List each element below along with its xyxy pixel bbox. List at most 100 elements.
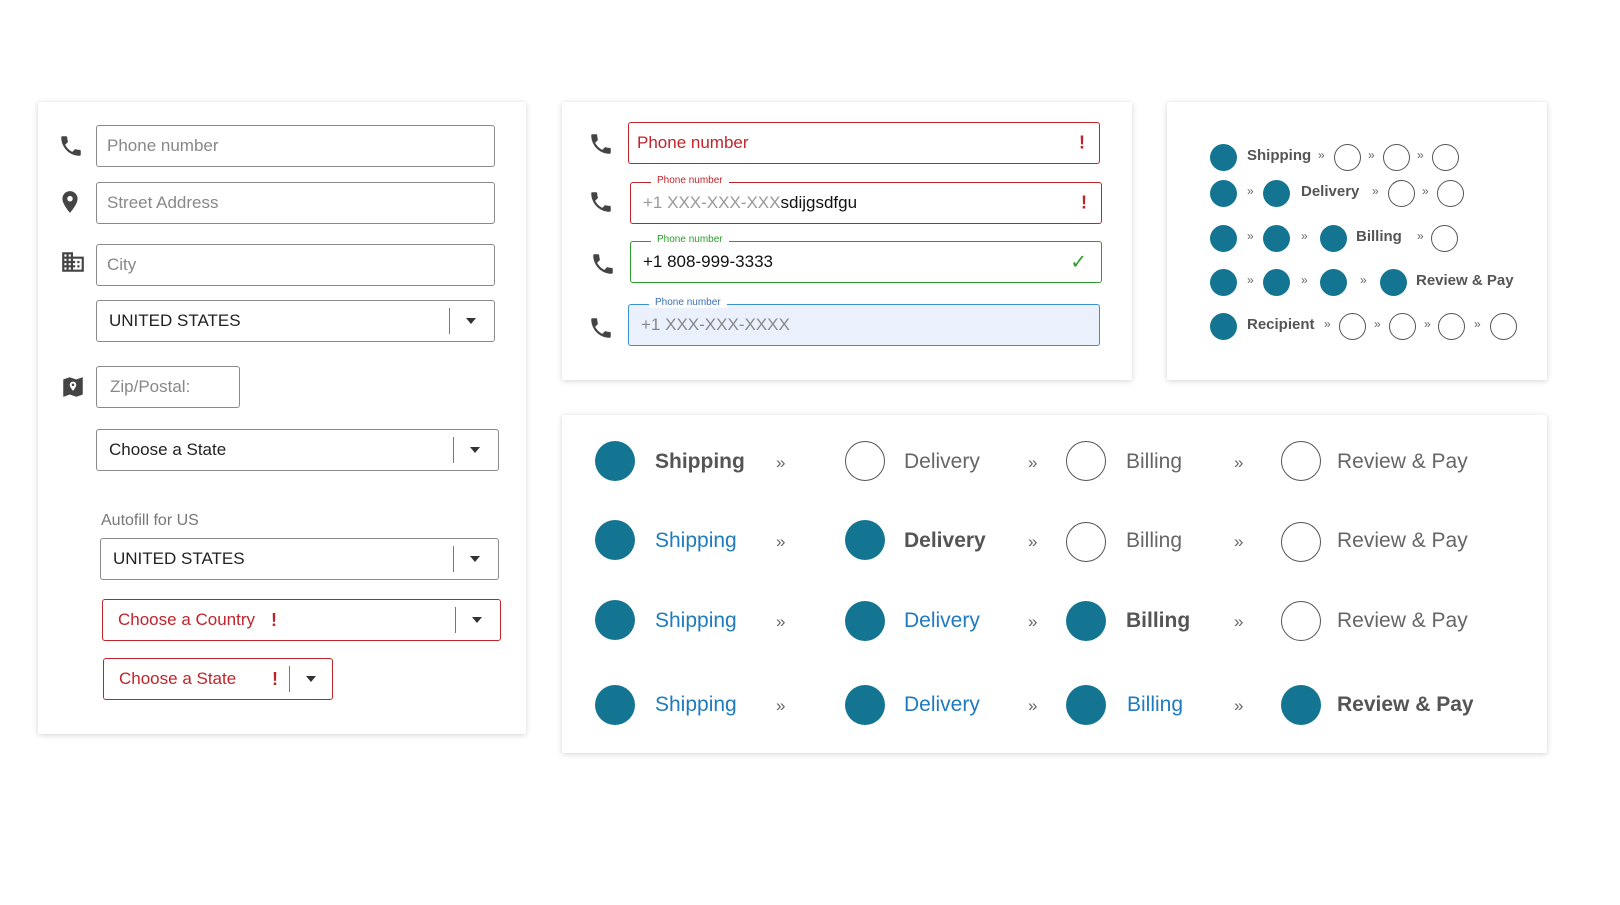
caret-down-icon[interactable] xyxy=(306,676,316,682)
step-label-shipping[interactable]: Shipping xyxy=(1247,147,1311,164)
chevron-separator: » xyxy=(1372,184,1379,198)
country-select[interactable]: UNITED STATES xyxy=(96,300,495,342)
chevron-separator: » xyxy=(1417,229,1424,243)
select-divider xyxy=(455,607,456,633)
phone-error-float-label: Phone number xyxy=(651,175,729,186)
step-dot-empty[interactable] xyxy=(1334,144,1361,171)
state-error-select[interactable]: Choose a State ! xyxy=(103,658,333,700)
step-label-billing[interactable]: Billing xyxy=(1356,228,1402,245)
step-dot-filled[interactable] xyxy=(595,441,635,481)
country-error-select[interactable]: Choose a Country ! xyxy=(102,599,501,641)
phone-icon xyxy=(58,133,84,159)
step-dot-filled[interactable] xyxy=(1320,225,1347,252)
step-dot-empty[interactable] xyxy=(1281,601,1321,641)
phone-input-error-filled[interactable]: Phone number +1 XXX-XXX-XXX sdijgsdfgu ! xyxy=(630,175,1102,224)
step-label-review-pay[interactable]: Review & Pay xyxy=(1337,609,1468,633)
step-dot-filled[interactable] xyxy=(1263,225,1290,252)
zip-input[interactable]: Zip/Postal: xyxy=(96,366,240,408)
select-divider xyxy=(453,546,454,572)
chevron-separator: » xyxy=(1234,532,1244,551)
step-label-review-pay[interactable]: Review & Pay xyxy=(1337,529,1468,553)
select-divider xyxy=(449,308,450,334)
step-dot-filled[interactable] xyxy=(1210,225,1237,252)
step-label-delivery[interactable]: Delivery xyxy=(1301,183,1359,200)
caret-down-icon[interactable] xyxy=(470,556,480,562)
step-dot-empty[interactable] xyxy=(1066,441,1106,481)
step-label-shipping[interactable]: Shipping xyxy=(655,693,737,717)
step-dot-empty[interactable] xyxy=(1431,225,1458,252)
caret-down-icon[interactable] xyxy=(466,318,476,324)
step-dot-empty[interactable] xyxy=(1281,522,1321,562)
street-placeholder: Street Address xyxy=(107,193,219,212)
step-dot-filled[interactable] xyxy=(845,601,885,641)
phone-input-success[interactable]: Phone number +1 808-999-3333 ✓ xyxy=(630,234,1102,283)
step-dot-filled[interactable] xyxy=(1263,269,1290,296)
phone-input[interactable]: Phone number xyxy=(96,125,495,167)
chevron-separator: » xyxy=(1324,317,1331,331)
step-label-billing[interactable]: Billing xyxy=(1126,529,1182,553)
step-dot-filled[interactable] xyxy=(1320,269,1347,296)
phone-success-value: +1 808-999-3333 xyxy=(643,252,773,271)
step-dot-empty[interactable] xyxy=(845,441,885,481)
step-label-delivery[interactable]: Delivery xyxy=(904,609,980,633)
zip-placeholder: Zip/Postal: xyxy=(110,377,191,396)
autofill-country-select[interactable]: UNITED STATES xyxy=(100,538,499,580)
step-dot-filled[interactable] xyxy=(845,520,885,560)
step-dot-filled[interactable] xyxy=(1066,601,1106,641)
step-dot-filled[interactable] xyxy=(1281,685,1321,725)
step-label-delivery[interactable]: Delivery xyxy=(904,450,980,474)
step-dot-filled[interactable] xyxy=(1263,180,1290,207)
step-label-shipping[interactable]: Shipping xyxy=(655,609,737,633)
step-dot-filled[interactable] xyxy=(595,600,635,640)
step-dot-empty[interactable] xyxy=(1339,313,1366,340)
step-dot-empty[interactable] xyxy=(1432,144,1459,171)
step-dot-filled[interactable] xyxy=(1210,269,1237,296)
state-select[interactable]: Choose a State xyxy=(96,429,499,471)
chevron-separator: » xyxy=(1368,148,1375,162)
step-dot-filled[interactable] xyxy=(1380,269,1407,296)
step-dot-empty[interactable] xyxy=(1438,313,1465,340)
step-label-recipient[interactable]: Recipient xyxy=(1247,316,1315,333)
chevron-separator: » xyxy=(1247,273,1254,287)
step-dot-empty[interactable] xyxy=(1281,441,1321,481)
chevron-separator: » xyxy=(1374,317,1381,331)
error-icon: ! xyxy=(271,610,277,630)
street-address-input[interactable]: Street Address xyxy=(96,182,495,224)
step-label-review-pay[interactable]: Review & Pay xyxy=(1337,693,1474,717)
step-dot-empty[interactable] xyxy=(1437,180,1464,207)
step-label-review-pay[interactable]: Review & Pay xyxy=(1337,450,1468,474)
step-dot-filled[interactable] xyxy=(1210,144,1237,171)
step-dot-filled[interactable] xyxy=(1066,685,1106,725)
step-dot-empty[interactable] xyxy=(1490,313,1517,340)
step-label-billing[interactable]: Billing xyxy=(1127,693,1183,717)
step-dot-filled[interactable] xyxy=(1210,180,1237,207)
step-dot-empty[interactable] xyxy=(1383,144,1410,171)
step-label-billing[interactable]: Billing xyxy=(1126,450,1182,474)
step-label-shipping[interactable]: Shipping xyxy=(655,529,737,553)
step-dot-empty[interactable] xyxy=(1388,180,1415,207)
chevron-separator: » xyxy=(1234,696,1244,715)
step-label-shipping[interactable]: Shipping xyxy=(655,450,745,474)
step-dot-empty[interactable] xyxy=(1389,313,1416,340)
phone-input-focus[interactable]: Phone number +1 XXX-XXX-XXXX xyxy=(628,297,1100,346)
phone-focus-placeholder: +1 XXX-XXX-XXXX xyxy=(641,315,790,334)
step-dot-filled[interactable] xyxy=(595,520,635,560)
large-stepper-card: Shipping » Delivery » Billing » Review &… xyxy=(562,415,1547,753)
step-label-delivery[interactable]: Delivery xyxy=(904,693,980,717)
location-pin-icon xyxy=(57,189,83,215)
phone-input-error-empty[interactable]: Phone number ! xyxy=(628,122,1100,164)
caret-down-icon[interactable] xyxy=(470,447,480,453)
step-label-delivery[interactable]: Delivery xyxy=(904,529,986,553)
check-icon: ✓ xyxy=(1070,251,1087,274)
step-label-billing[interactable]: Billing xyxy=(1126,609,1190,633)
country-error-text: Choose a Country xyxy=(118,610,256,629)
step-label-review-pay[interactable]: Review & Pay xyxy=(1416,272,1514,289)
autofill-label: Autofill for US xyxy=(101,512,199,529)
city-input[interactable]: City xyxy=(96,244,495,286)
step-dot-filled[interactable] xyxy=(595,685,635,725)
step-dot-empty[interactable] xyxy=(1066,522,1106,562)
step-dot-filled[interactable] xyxy=(1210,313,1237,340)
state-error-text: Choose a State xyxy=(119,669,237,688)
step-dot-filled[interactable] xyxy=(845,685,885,725)
caret-down-icon[interactable] xyxy=(472,617,482,623)
